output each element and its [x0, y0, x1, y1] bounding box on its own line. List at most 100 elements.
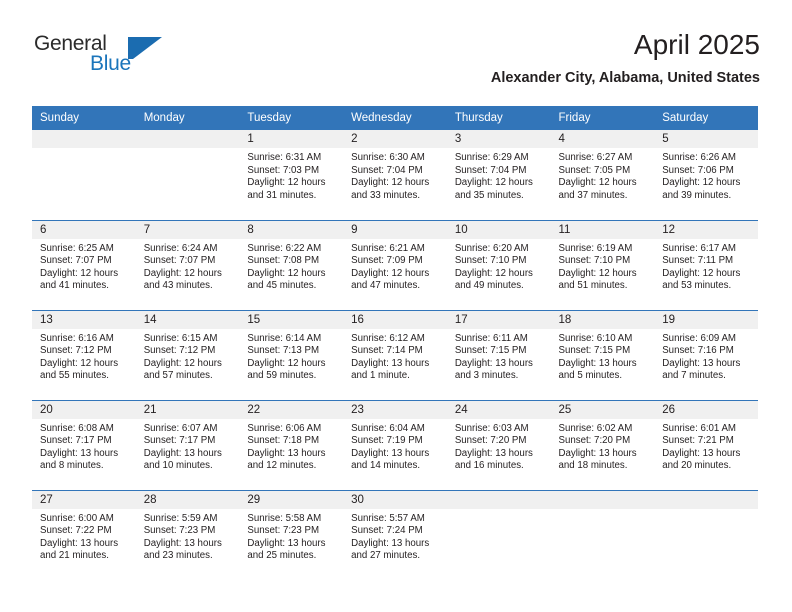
weekday-header-row: Sunday Monday Tuesday Wednesday Thursday Frid… [32, 106, 758, 130]
calendar-day-cell-empty [32, 130, 136, 220]
calendar-day-cell[interactable]: 6 Sunrise: 6:25 AM Sunset: 7:07 PM Daylight… [32, 219, 136, 310]
sunset-time: Sunset: 7:05 PM [558, 164, 631, 176]
sunset-time: Sunset: 7:13 PM [247, 345, 320, 357]
daylight-duration-line-1: Daylight: 12 hours [143, 357, 222, 369]
sunset-time: Sunset: 7:21 PM [662, 435, 734, 447]
daylight-duration-line-2: and 51 minutes. [558, 280, 628, 292]
day-sun-info: Sunrise: 6:22 AM Sunset: 7:08 PM Daylight:… [239, 239, 343, 293]
calendar-week-row: 1 Sunrise: 6:31 AM Sunset: 7:03 PM Daylight… [32, 130, 758, 220]
calendar-day-cell[interactable]: 7 Sunrise: 6:24 AM Sunset: 7:07 PM Daylight… [135, 219, 240, 310]
calendar-day-cell[interactable]: 29 Sunrise: 5:58 AM Sunset: 7:23 PM Dayligh… [239, 489, 344, 580]
calendar-body: 1 Sunrise: 6:31 AM Sunset: 7:03 PM Daylight… [32, 130, 758, 580]
calendar-day-cell[interactable]: 24 Sunrise: 6:03 AM Sunset: 7:20 PM Dayligh… [446, 399, 551, 490]
calendar-day-cell[interactable]: 8 Sunrise: 6:22 AM Sunset: 7:08 PM Daylight… [239, 219, 344, 310]
weekday-header-thursday: Thursday [446, 106, 551, 130]
daylight-duration-line-1: Daylight: 13 hours [40, 537, 119, 549]
day-sun-info: Sunrise: 6:07 AM Sunset: 7:17 PM Daylight:… [136, 419, 240, 473]
calendar-header-row: Sunday Monday Tuesday Wednesday Thursday Frid… [32, 106, 758, 130]
calendar-day-cell[interactable]: 9 Sunrise: 6:21 AM Sunset: 7:09 PM Daylight… [343, 219, 447, 310]
day-number: 10 [446, 220, 551, 239]
weekday-header-monday: Monday [135, 106, 240, 130]
calendar-day-cell[interactable]: 1 Sunrise: 6:31 AM Sunset: 7:03 PM Daylight… [239, 130, 344, 220]
day-sun-info: Sunrise: 6:20 AM Sunset: 7:10 PM Daylight:… [447, 239, 551, 293]
calendar-day-cell[interactable]: 15 Sunrise: 6:14 AM Sunset: 7:13 PM Dayligh… [239, 309, 344, 400]
day-sun-info: Sunrise: 6:16 AM Sunset: 7:12 PM Daylight:… [32, 329, 136, 383]
day-sun-info: Sunrise: 6:24 AM Sunset: 7:07 PM Daylight:… [136, 239, 240, 293]
calendar-day-cell[interactable]: 27 Sunrise: 6:00 AM Sunset: 7:22 PM Dayligh… [32, 489, 136, 580]
sunrise-time: Sunrise: 6:08 AM [40, 422, 114, 434]
calendar-day-cell[interactable]: 25 Sunrise: 6:02 AM Sunset: 7:20 PM Dayligh… [550, 399, 655, 490]
calendar-day-cell[interactable]: 18 Sunrise: 6:10 AM Sunset: 7:15 PM Dayligh… [550, 309, 655, 400]
daylight-duration-line-1: Daylight: 12 hours [454, 267, 533, 279]
sunset-time: Sunset: 7:03 PM [247, 164, 320, 176]
day-number: 22 [239, 400, 344, 419]
day-number: 8 [239, 220, 344, 239]
day-number [446, 490, 551, 509]
daylight-duration-line-1: Daylight: 13 hours [351, 447, 430, 459]
page-title: April 2025 [633, 29, 760, 60]
daylight-duration-line-2: and 7 minutes. [662, 370, 726, 382]
calendar-day-cell[interactable]: 2 Sunrise: 6:30 AM Sunset: 7:04 PM Daylight… [343, 130, 447, 220]
sunrise-time: Sunrise: 6:07 AM [143, 422, 218, 434]
day-number: 2 [343, 130, 447, 148]
calendar-day-cell[interactable]: 3 Sunrise: 6:29 AM Sunset: 7:04 PM Daylight… [446, 130, 551, 220]
day-sun-info: Sunrise: 6:03 AM Sunset: 7:20 PM Daylight:… [447, 419, 551, 473]
calendar-day-cell[interactable]: 4 Sunrise: 6:27 AM Sunset: 7:05 PM Daylight… [550, 130, 655, 220]
calendar-day-cell[interactable]: 11 Sunrise: 6:19 AM Sunset: 7:10 PM Dayligh… [550, 219, 655, 310]
calendar-day-cell[interactable]: 14 Sunrise: 6:15 AM Sunset: 7:12 PM Dayligh… [135, 309, 240, 400]
daylight-duration-line-1: Daylight: 13 hours [351, 537, 430, 549]
calendar-day-cell[interactable]: 28 Sunrise: 5:59 AM Sunset: 7:23 PM Dayligh… [135, 489, 240, 580]
calendar-day-cell[interactable]: 30 Sunrise: 5:57 AM Sunset: 7:24 PM Dayligh… [343, 489, 447, 580]
calendar-day-cell[interactable]: 16 Sunrise: 6:12 AM Sunset: 7:14 PM Dayligh… [343, 309, 447, 400]
sunrise-time: Sunrise: 6:09 AM [662, 332, 736, 344]
day-number: 9 [343, 220, 447, 239]
calendar-day-cell[interactable]: 22 Sunrise: 6:06 AM Sunset: 7:18 PM Dayligh… [239, 399, 344, 490]
calendar-day-cell[interactable]: 10 Sunrise: 6:20 AM Sunset: 7:10 PM Dayligh… [446, 219, 551, 310]
sunset-time: Sunset: 7:18 PM [247, 435, 320, 447]
calendar-day-cell[interactable]: 26 Sunrise: 6:01 AM Sunset: 7:21 PM Dayligh… [654, 399, 758, 490]
calendar-day-cell[interactable]: 13 Sunrise: 6:16 AM Sunset: 7:12 PM Dayligh… [32, 309, 136, 400]
day-sun-info: Sunrise: 6:02 AM Sunset: 7:20 PM Daylight:… [551, 419, 655, 473]
day-number: 15 [239, 310, 344, 329]
sunrise-time: Sunrise: 6:24 AM [143, 242, 218, 254]
sunrise-time: Sunrise: 6:17 AM [662, 242, 736, 254]
page-header: General Blue April 2025 Alexander City, … [32, 28, 760, 100]
daylight-duration-line-2: and 8 minutes. [40, 460, 104, 472]
calendar-day-cell[interactable]: 23 Sunrise: 6:04 AM Sunset: 7:19 PM Dayligh… [343, 399, 447, 490]
brand-logo[interactable]: General Blue [32, 32, 212, 88]
day-sun-info: Sunrise: 6:01 AM Sunset: 7:21 PM Daylight:… [654, 419, 758, 473]
daylight-duration-line-1: Daylight: 12 hours [351, 267, 430, 279]
daylight-duration-line-2: and 3 minutes. [454, 370, 519, 382]
day-number: 20 [32, 400, 136, 419]
sunrise-time: Sunrise: 6:21 AM [351, 242, 425, 254]
daylight-duration-line-2: and 25 minutes. [247, 550, 317, 562]
sunrise-time: Sunrise: 6:15 AM [143, 332, 218, 344]
sunrise-time: Sunrise: 6:25 AM [40, 242, 114, 254]
daylight-duration-line-2: and 53 minutes. [662, 280, 732, 292]
day-sun-info: Sunrise: 6:14 AM Sunset: 7:13 PM Daylight:… [239, 329, 343, 383]
daylight-duration-line-1: Daylight: 13 hours [247, 537, 326, 549]
sunset-time: Sunset: 7:15 PM [558, 345, 631, 357]
daylight-duration-line-1: Daylight: 12 hours [558, 177, 637, 189]
calendar-day-cell[interactable]: 12 Sunrise: 6:17 AM Sunset: 7:11 PM Dayligh… [654, 219, 758, 310]
day-sun-info: Sunrise: 6:29 AM Sunset: 7:04 PM Daylight:… [447, 148, 551, 202]
day-number: 23 [343, 400, 447, 419]
calendar-grid: Sunday Monday Tuesday Wednesday Thursday Frid… [32, 106, 758, 580]
sunrise-time: Sunrise: 6:26 AM [662, 152, 736, 163]
calendar-day-cell[interactable]: 5 Sunrise: 6:26 AM Sunset: 7:06 PM Daylight… [654, 130, 758, 220]
calendar-day-cell[interactable]: 17 Sunrise: 6:11 AM Sunset: 7:15 PM Dayligh… [446, 309, 551, 400]
sunrise-time: Sunrise: 6:14 AM [247, 332, 322, 344]
sunset-time: Sunset: 7:24 PM [351, 525, 423, 537]
day-number: 21 [135, 400, 240, 419]
daylight-duration-line-2: and 57 minutes. [143, 370, 213, 382]
calendar-day-cell[interactable]: 19 Sunrise: 6:09 AM Sunset: 7:16 PM Dayligh… [654, 309, 758, 400]
calendar-day-cell[interactable]: 20 Sunrise: 6:08 AM Sunset: 7:17 PM Dayligh… [32, 399, 136, 490]
day-sun-info: Sunrise: 6:10 AM Sunset: 7:15 PM Daylight:… [551, 329, 655, 383]
calendar-day-cell-empty [135, 130, 240, 220]
weekday-header-saturday: Saturday [654, 106, 758, 130]
calendar-day-cell[interactable]: 21 Sunrise: 6:07 AM Sunset: 7:17 PM Dayligh… [135, 399, 240, 490]
day-number: 5 [654, 130, 758, 148]
sunset-time: Sunset: 7:20 PM [558, 435, 631, 447]
daylight-duration-line-2: and 23 minutes. [143, 550, 213, 562]
day-number: 11 [550, 220, 655, 239]
